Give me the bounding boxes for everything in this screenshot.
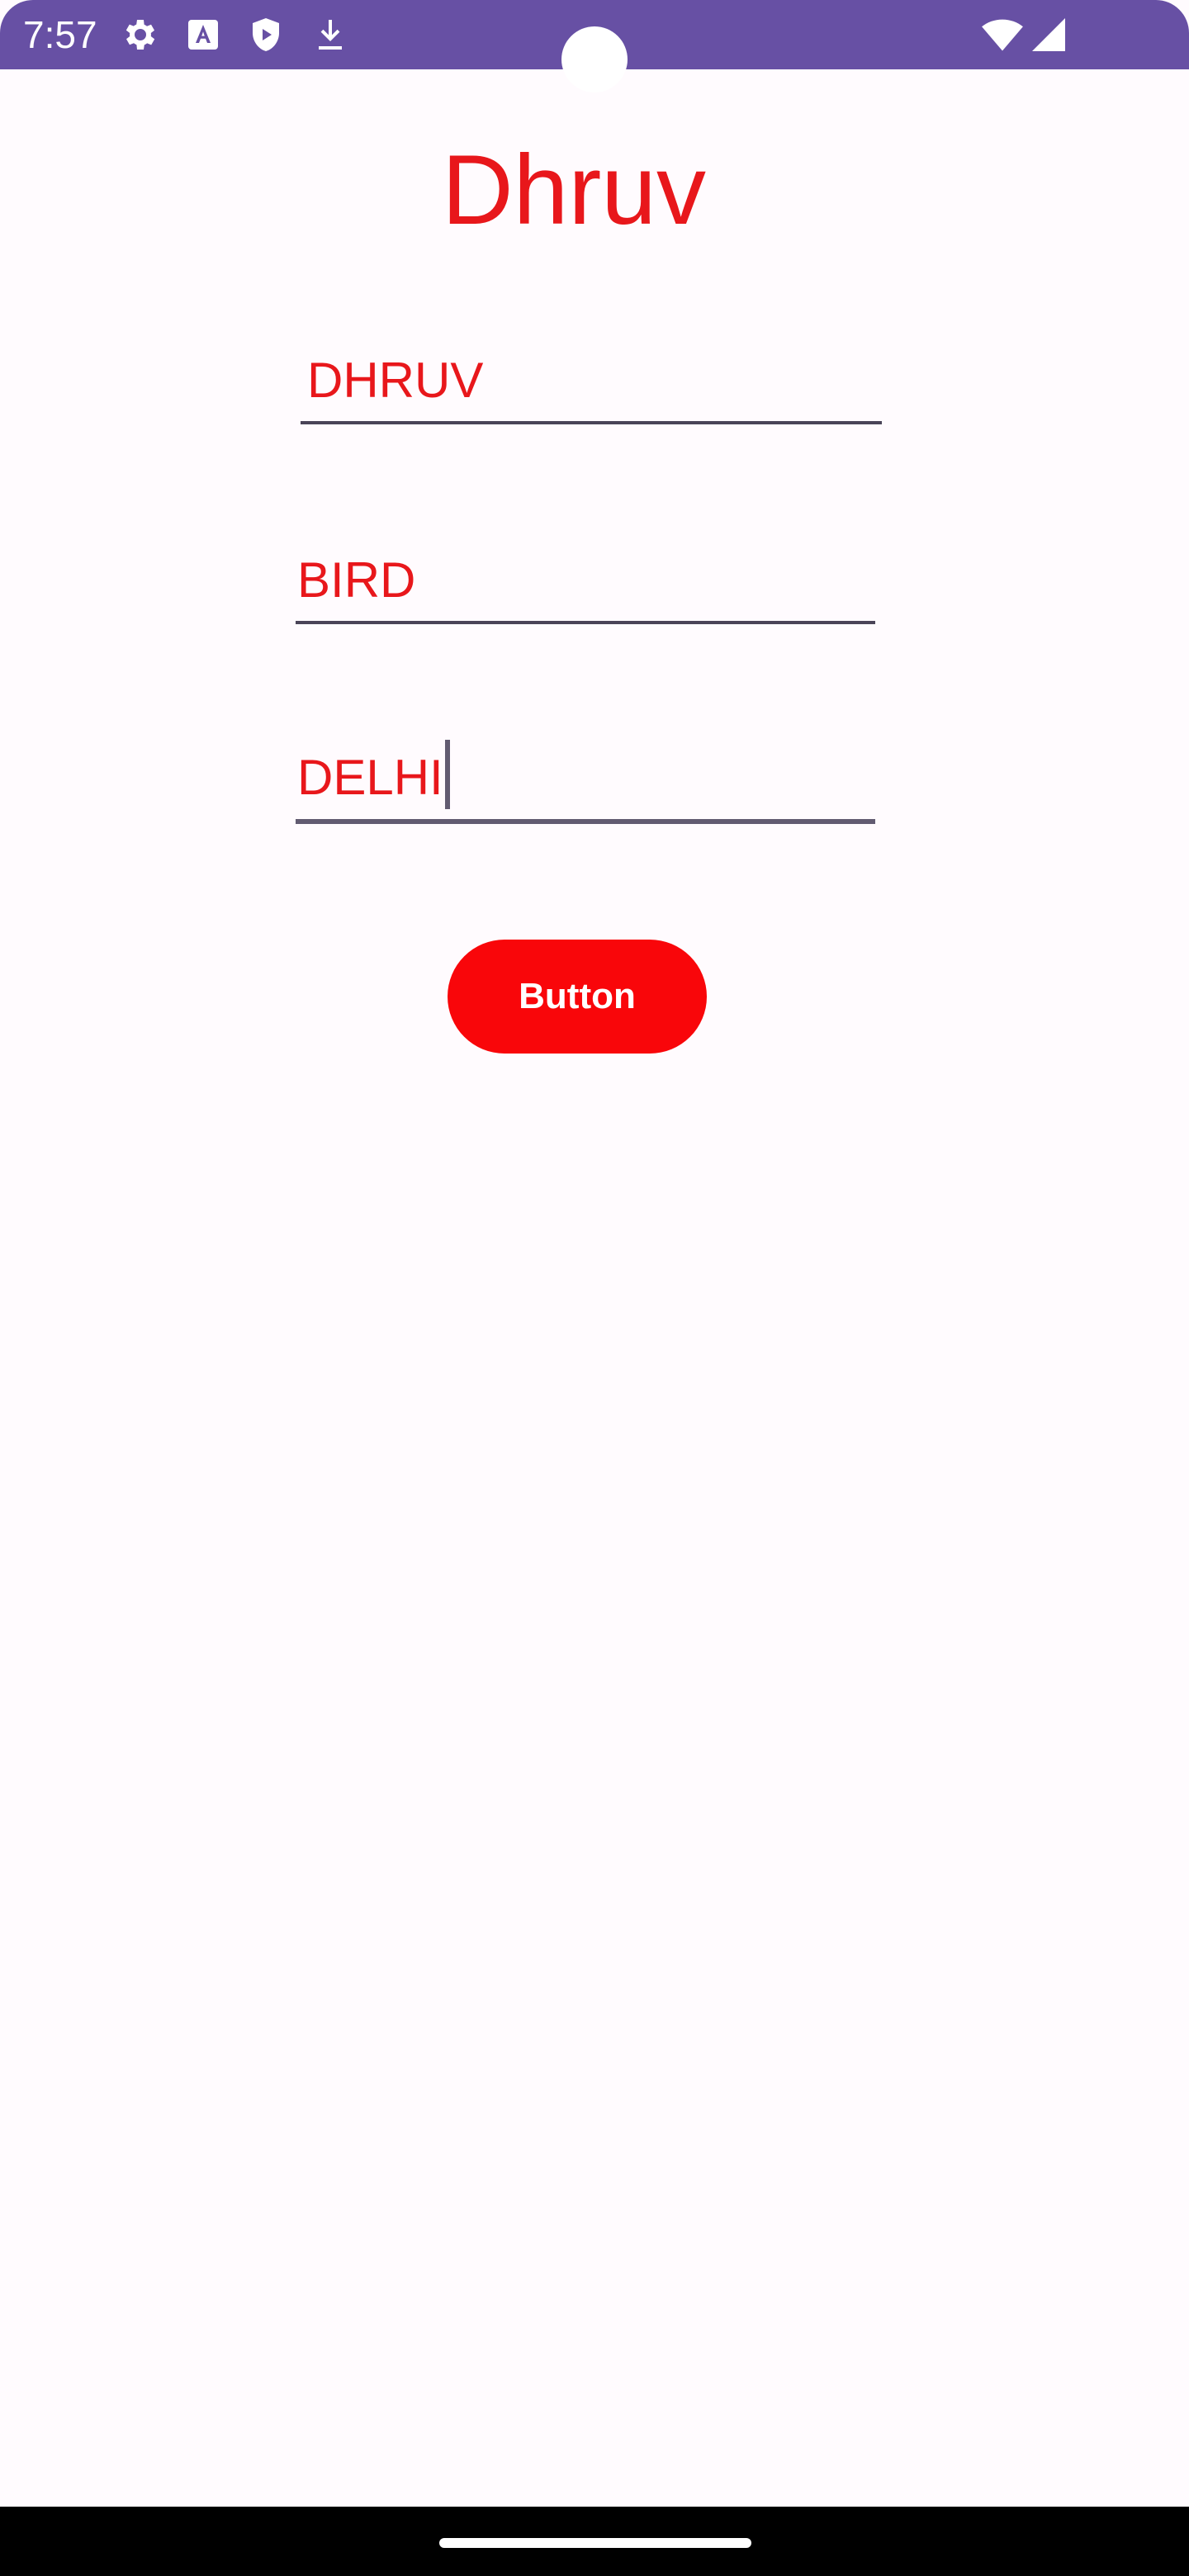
submit-button[interactable]: Button [448, 940, 707, 1054]
signal-icon [1029, 15, 1068, 54]
home-handle[interactable] [439, 2538, 751, 2548]
navigation-bar [0, 2507, 1189, 2576]
name-input-underline [301, 421, 882, 424]
download-icon [310, 15, 350, 54]
bird-input[interactable]: BIRD [296, 542, 875, 624]
city-input[interactable]: DELHI [296, 740, 875, 824]
status-bar: 7:57 [0, 0, 1189, 92]
bird-input-underline [296, 621, 875, 624]
city-input-underline [296, 819, 875, 824]
bird-input-value: BIRD [297, 552, 416, 608]
text-a-icon [183, 15, 223, 54]
name-input[interactable]: DHRUV [301, 342, 882, 424]
text-cursor [444, 740, 450, 809]
settings-icon [121, 15, 160, 54]
app-screen: 7:57 Dhruv DHRUV BIRD DELHI Button [0, 0, 1189, 2576]
shield-play-icon [246, 15, 286, 54]
city-input-value: DELHI [297, 750, 443, 805]
wifi-icon [981, 13, 1024, 56]
camera-cutout [561, 26, 628, 92]
name-input-value: DHRUV [307, 353, 484, 408]
status-time: 7:57 [23, 13, 97, 56]
page-title: Dhruv [441, 135, 707, 245]
